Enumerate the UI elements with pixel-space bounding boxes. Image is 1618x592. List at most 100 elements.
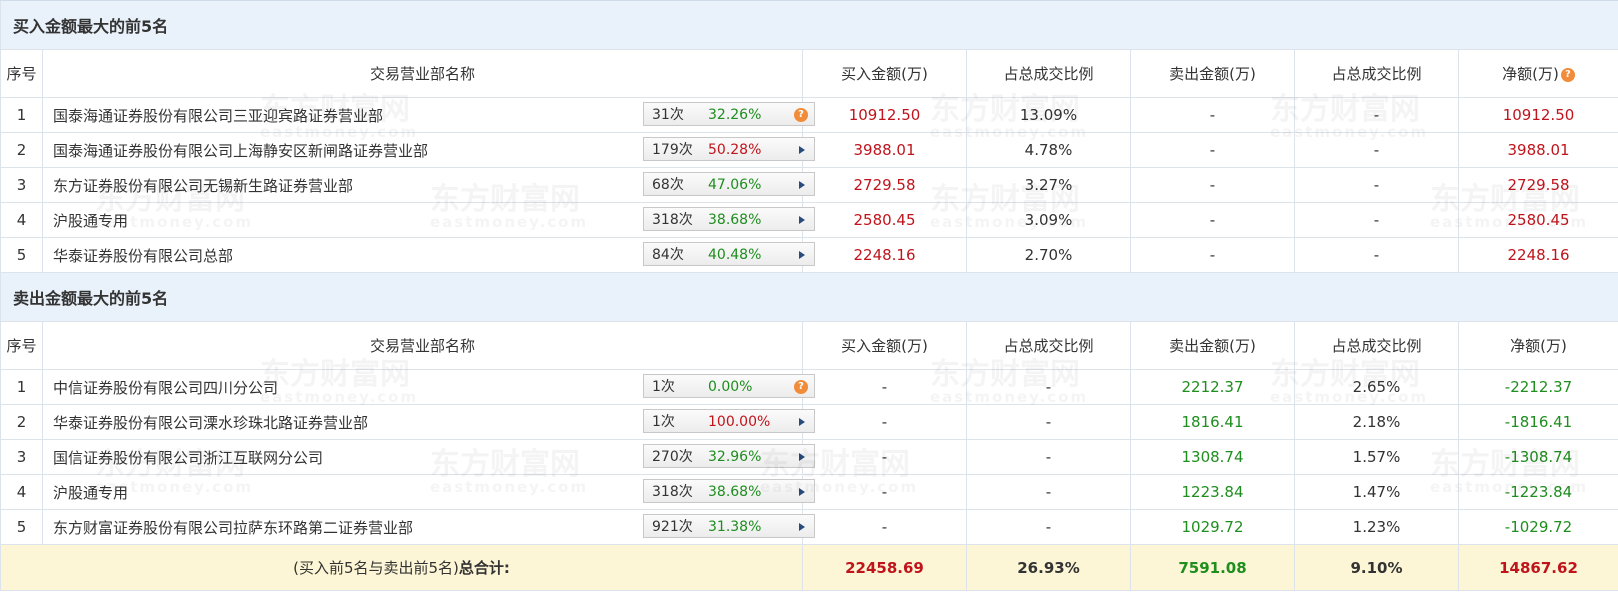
broker-stats-badge[interactable]: 1次 0.00%?	[643, 374, 815, 398]
buy-ratio: 13.09%	[966, 97, 1131, 133]
net-amount: -1308.74	[1457, 439, 1618, 475]
table-row[interactable]: 1 中信证券股份有限公司四川分公司 1次 0.00%? - -2212.37 2.65% -2…	[0, 369, 1618, 405]
row-index: 2	[0, 404, 43, 440]
table-row[interactable]: 1 国泰海通证券股份有限公司三亚迎宾路证券营业部 31次 32.26%? 10912.5…	[0, 97, 1618, 133]
buy-amount: 10912.50	[802, 97, 967, 133]
buy-ratio: -	[966, 404, 1131, 440]
buy-amount: 3988.01	[802, 132, 967, 168]
total-sell-amount: 7591.08	[1130, 544, 1295, 591]
broker-count: 84次	[652, 247, 684, 263]
broker-count: 1次	[652, 379, 675, 395]
row-index: 5	[0, 509, 43, 545]
broker-stats-badge[interactable]: 68次 47.06%	[643, 172, 815, 196]
expand-arrow-icon[interactable]	[794, 143, 808, 157]
table-row[interactable]: 5 华泰证券股份有限公司总部 84次 40.48% 2248.16 2.70% - -2248…	[0, 237, 1618, 273]
buy-ratio: -	[966, 474, 1131, 510]
buy-section-title-row: 买入金额最大的前5名	[0, 0, 1618, 50]
broker-name-link[interactable]: 国泰海通证券股份有限公司上海静安区新闸路证券营业部	[53, 140, 428, 161]
expand-arrow-icon[interactable]	[794, 450, 808, 464]
question-icon[interactable]: ?	[794, 108, 808, 122]
table-row[interactable]: 2 华泰证券股份有限公司溧水珍珠北路证券营业部 1次 100.00% - -1816.41…	[0, 404, 1618, 440]
broker-cell: 沪股通专用 318次 38.68%	[42, 474, 815, 510]
buy-ratio: 3.27%	[966, 167, 1131, 203]
buy-amount: -	[802, 509, 967, 545]
sell-section-title: 卖出金额最大的前5名	[0, 272, 1618, 322]
broker-name-link[interactable]: 东方证券股份有限公司无锡新生路证券营业部	[53, 175, 353, 196]
total-sell-ratio: 9.10%	[1294, 544, 1459, 591]
table-row[interactable]: 5 东方财富证券股份有限公司拉萨东环路第二证券营业部 921次 31.38% - -102…	[0, 509, 1618, 545]
broker-cell: 国信证券股份有限公司浙江互联网分公司 270次 32.96%	[42, 439, 815, 475]
sell-amount: 1029.72	[1130, 509, 1295, 545]
broker-count: 318次	[652, 212, 693, 228]
row-index: 3	[0, 439, 43, 475]
buy-section-title: 买入金额最大的前5名	[0, 0, 1618, 50]
question-icon[interactable]: ?	[794, 380, 808, 394]
broker-stats-badge[interactable]: 318次 38.68%	[643, 479, 815, 503]
broker-stats-badge[interactable]: 318次 38.68%	[643, 207, 815, 231]
sell-amount: 1816.41	[1130, 404, 1295, 440]
total-label: (买入前5名与卖出前5名)总合计:	[0, 544, 803, 591]
expand-arrow-icon[interactable]	[794, 415, 808, 429]
sell-ratio: 1.47%	[1294, 474, 1459, 510]
broker-cell: 国泰海通证券股份有限公司三亚迎宾路证券营业部 31次 32.26%?	[42, 97, 815, 133]
table-row[interactable]: 4 沪股通专用 318次 38.68% - -1223.84 1.47% -1223.84	[0, 474, 1618, 510]
row-index: 3	[0, 167, 43, 203]
expand-arrow-icon[interactable]	[794, 248, 808, 262]
expand-arrow-icon[interactable]	[794, 485, 808, 499]
col-sell-amount-header: 卖出金额(万)	[1130, 49, 1295, 98]
expand-arrow-icon[interactable]	[794, 178, 808, 192]
broker-win-rate: 0.00%	[708, 379, 753, 395]
col-buy-ratio-header: 占总成交比例	[966, 49, 1131, 98]
col-net-header: 净额(万)	[1457, 321, 1618, 370]
broker-count: 921次	[652, 519, 693, 535]
broker-stats-badge[interactable]: 270次 32.96%	[643, 444, 815, 468]
dragon-tiger-table: 买入金额最大的前5名 序号 交易营业部名称 买入金额(万) 占总成交比例 卖出金…	[0, 0, 1618, 591]
broker-name-link[interactable]: 国泰海通证券股份有限公司三亚迎宾路证券营业部	[53, 105, 383, 126]
broker-name-link[interactable]: 华泰证券股份有限公司总部	[53, 245, 233, 266]
net-amount: -2212.37	[1457, 369, 1618, 405]
broker-stats-badge[interactable]: 921次 31.38%	[643, 514, 815, 538]
net-amount: 2729.58	[1457, 167, 1618, 203]
sell-amount: -	[1130, 237, 1295, 273]
net-amount: 2580.45	[1457, 202, 1618, 238]
table-row[interactable]: 3 国信证券股份有限公司浙江互联网分公司 270次 32.96% - -1308.74 1.…	[0, 439, 1618, 475]
broker-cell: 华泰证券股份有限公司总部 84次 40.48%	[42, 237, 815, 273]
broker-name-link[interactable]: 华泰证券股份有限公司溧水珍珠北路证券营业部	[53, 412, 368, 433]
net-amount: 10912.50	[1457, 97, 1618, 133]
net-amount: 3988.01	[1457, 132, 1618, 168]
broker-win-rate: 31.38%	[708, 519, 762, 535]
buy-ratio: -	[966, 369, 1131, 405]
col-broker-header: 交易营业部名称	[42, 49, 803, 98]
expand-arrow-icon[interactable]	[794, 213, 808, 227]
buy-amount: 2248.16	[802, 237, 967, 273]
col-broker-header: 交易营业部名称	[42, 321, 803, 370]
broker-name-link[interactable]: 国信证券股份有限公司浙江互联网分公司	[53, 447, 323, 468]
buy-ratio: 4.78%	[966, 132, 1131, 168]
table-row[interactable]: 2 国泰海通证券股份有限公司上海静安区新闸路证券营业部 179次 50.28% 3988…	[0, 132, 1618, 168]
sell-ratio: 2.18%	[1294, 404, 1459, 440]
sell-amount: 1223.84	[1130, 474, 1295, 510]
broker-name-link[interactable]: 沪股通专用	[53, 482, 128, 503]
broker-stats-badge[interactable]: 179次 50.28%	[643, 137, 815, 161]
buy-amount: 2580.45	[802, 202, 967, 238]
table-row[interactable]: 4 沪股通专用 318次 38.68% 2580.45 3.09% - -2580.45	[0, 202, 1618, 238]
net-amount: 2248.16	[1457, 237, 1618, 273]
sell-amount: -	[1130, 132, 1295, 168]
help-icon[interactable]: ?	[1560, 68, 1575, 82]
broker-cell: 东方证券股份有限公司无锡新生路证券营业部 68次 47.06%	[42, 167, 815, 203]
broker-cell: 国泰海通证券股份有限公司上海静安区新闸路证券营业部 179次 50.28%	[42, 132, 815, 168]
total-row: (买入前5名与卖出前5名)总合计: 22458.69 26.93% 7591.0…	[0, 544, 1618, 591]
expand-arrow-icon[interactable]	[794, 520, 808, 534]
broker-cell: 中信证券股份有限公司四川分公司 1次 0.00%?	[42, 369, 815, 405]
table-row[interactable]: 3 东方证券股份有限公司无锡新生路证券营业部 68次 47.06% 2729.58 3.2…	[0, 167, 1618, 203]
broker-stats-badge[interactable]: 84次 40.48%	[643, 242, 815, 266]
col-buy-amount-header: 买入金额(万)	[802, 321, 967, 370]
broker-stats-badge[interactable]: 31次 32.26%?	[643, 102, 815, 126]
broker-stats-badge[interactable]: 1次 100.00%	[643, 409, 815, 433]
sell-amount: 2212.37	[1130, 369, 1295, 405]
broker-name-link[interactable]: 中信证券股份有限公司四川分公司	[53, 377, 278, 398]
col-index-header: 序号	[0, 49, 43, 98]
buy-ratio: -	[966, 439, 1131, 475]
broker-name-link[interactable]: 东方财富证券股份有限公司拉萨东环路第二证券营业部	[53, 517, 413, 538]
broker-name-link[interactable]: 沪股通专用	[53, 210, 128, 231]
